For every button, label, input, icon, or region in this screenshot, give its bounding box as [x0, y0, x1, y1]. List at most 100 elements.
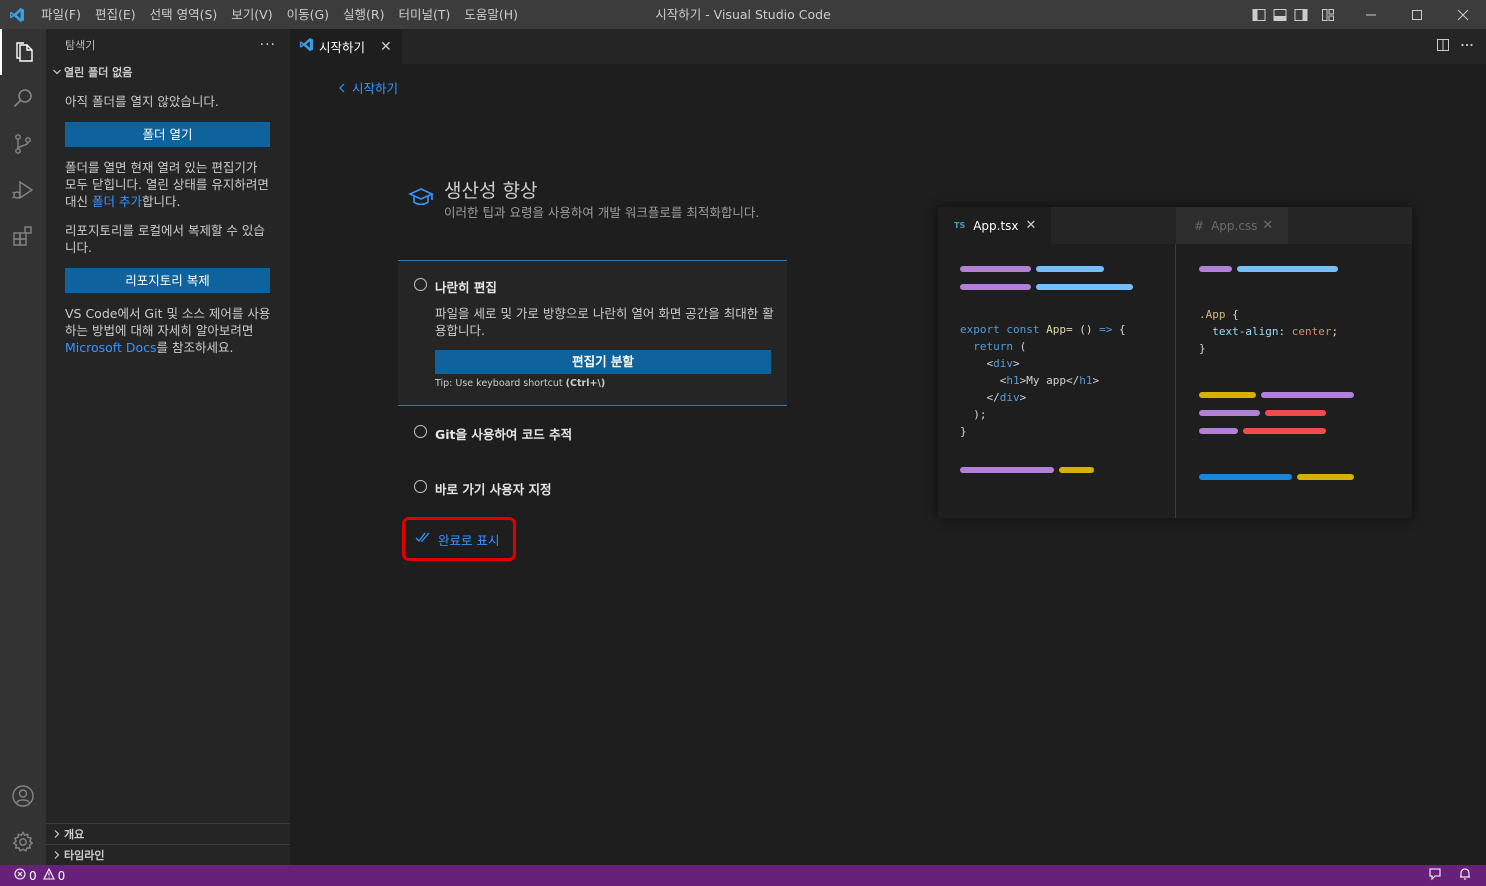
menu-run[interactable]: 실행(R): [336, 0, 391, 29]
close-icon: ✕: [1262, 218, 1274, 233]
menu-help[interactable]: 도움말(H): [457, 0, 525, 29]
toggle-primary-sidebar-icon[interactable]: [1248, 0, 1269, 29]
add-folder-link[interactable]: 폴더 추가: [92, 194, 142, 209]
code-line: text-align: center;: [1199, 325, 1339, 338]
mark-done-button[interactable]: 완료로 표시: [402, 517, 516, 561]
maximize-button[interactable]: [1394, 0, 1440, 29]
no-folder-section-header[interactable]: 열린 폴더 없음: [46, 61, 290, 83]
timeline-section-header[interactable]: 타임라인: [46, 844, 290, 865]
error-icon: [14, 868, 26, 883]
search-icon[interactable]: [0, 75, 46, 121]
warning-icon: [42, 867, 55, 883]
warning-count: 0: [57, 868, 66, 883]
accounts-icon[interactable]: [0, 773, 46, 819]
vscode-logo-icon: [0, 0, 34, 29]
back-to-getting-started-link[interactable]: 시작하기: [338, 78, 398, 97]
code-line: .App {: [1199, 308, 1239, 321]
preview-tab-bar: TS App.tsx ✕ # App.css ✕: [938, 207, 1412, 244]
microsoft-docs-link[interactable]: Microsoft Docs: [65, 340, 157, 355]
code-line: }: [1199, 342, 1206, 355]
outline-section-header[interactable]: 개요: [46, 823, 290, 844]
step-radio[interactable]: [414, 425, 427, 438]
vscode-tab-icon: [299, 37, 314, 56]
toggle-secondary-sidebar-icon[interactable]: [1290, 0, 1311, 29]
menu-go[interactable]: 이동(G): [280, 0, 336, 29]
explorer-icon[interactable]: [0, 29, 46, 75]
menu-selection[interactable]: 선택 영역(S): [143, 0, 225, 29]
minimize-button[interactable]: [1348, 0, 1394, 29]
problems-indicator[interactable]: 0 0: [0, 867, 66, 883]
open-folder-button[interactable]: 폴더 열기: [65, 122, 270, 147]
split-editor-icon[interactable]: [1436, 38, 1450, 56]
activity-bar: [0, 29, 46, 865]
menu-file[interactable]: 파일(F): [34, 0, 88, 29]
explorer-sidebar: 탐색기 ··· 열린 폴더 없음 아직 폴더를 열지 않았습니다. 폴더 열기 …: [46, 29, 290, 865]
editor-more-actions-icon[interactable]: [1460, 38, 1474, 56]
notifications-bell-icon[interactable]: [1458, 867, 1472, 885]
step-description: 파일을 세로 및 가로 방향으로 나란히 열어 화면 공간을 최대한 활용합니다…: [435, 306, 774, 338]
source-control-icon[interactable]: [0, 121, 46, 167]
step-tip: Tip: Use keyboard shortcut (Ctrl+\): [435, 378, 606, 389]
customize-layout-icon[interactable]: [1317, 0, 1338, 29]
code-line-pill: [1297, 474, 1354, 480]
walkthrough-title: 생산성 향상: [444, 180, 538, 202]
code-line-pill: [1243, 428, 1326, 434]
close-tab-icon[interactable]: ✕: [380, 39, 392, 55]
tab-getting-started[interactable]: 시작하기 ✕: [290, 29, 402, 64]
sidebar-title: 탐색기: [65, 39, 96, 52]
sidebar-header: 탐색기 ···: [46, 29, 290, 61]
close-editors-note: 폴더를 열면 현재 열려 있는 편집기가 모두 닫힙니다. 열린 상태를 유지하…: [65, 160, 269, 209]
feedback-icon[interactable]: [1428, 867, 1442, 885]
code-line-pill: [1059, 467, 1094, 473]
preview-tab-app-tsx: TS App.tsx ✕: [938, 207, 1051, 244]
toggle-panel-icon[interactable]: [1269, 0, 1290, 29]
code-line: <div>: [960, 357, 1020, 370]
code-line: return (: [960, 340, 1027, 353]
code-line: export const App= () => {: [960, 323, 1126, 336]
tsx-code-block: export const App= () => { return ( <div>…: [960, 321, 1126, 440]
step-title: 바로 가기 사용자 지정: [435, 482, 552, 497]
code-line: );: [960, 408, 987, 421]
menu-bar: 파일(F) 편집(E) 선택 영역(S) 보기(V) 이동(G) 실행(R) 터…: [34, 0, 525, 29]
code-line: <h1>My app</h1>: [960, 374, 1100, 387]
code-line-pill: [960, 467, 1054, 473]
clone-text: 리포지토리를 로컬에서 복제할 수 있습니다.: [65, 223, 265, 255]
close-icon: ✕: [1025, 218, 1037, 233]
tab-label: 시작하기: [319, 40, 366, 55]
close-window-button[interactable]: [1440, 0, 1486, 29]
menu-edit[interactable]: 편집(E): [88, 0, 143, 29]
step-radio[interactable]: [414, 480, 427, 493]
timeline-label: 타임라인: [64, 849, 105, 862]
code-line: </div>: [960, 391, 1027, 404]
chevron-right-icon: [50, 850, 64, 860]
step-radio[interactable]: [414, 278, 427, 291]
css-code-block: .App { text-align: center;}: [1199, 306, 1338, 357]
preview-tab-label: App.tsx: [973, 218, 1019, 233]
run-debug-icon[interactable]: [0, 167, 46, 213]
outline-label: 개요: [64, 828, 85, 841]
menu-terminal[interactable]: 터미널(T): [392, 0, 458, 29]
preview-divider: [1175, 244, 1176, 518]
split-editor-button[interactable]: 편집기 분할: [435, 350, 771, 374]
menu-view[interactable]: 보기(V): [224, 0, 279, 29]
code-line: }: [960, 425, 967, 438]
code-line-pill: [1036, 266, 1104, 272]
title-bar: 파일(F) 편집(E) 선택 영역(S) 보기(V) 이동(G) 실행(R) 터…: [0, 0, 1486, 29]
code-line-pill: [960, 266, 1031, 272]
chevron-right-icon: [50, 829, 64, 839]
more-actions-icon[interactable]: ···: [260, 37, 276, 53]
walkthrough-subtitle: 이러한 팁과 요령을 사용하여 개발 워크플로를 최적화합니다.: [444, 205, 760, 220]
code-line-pill: [960, 284, 1031, 290]
settings-gear-icon[interactable]: [0, 819, 46, 865]
extensions-icon[interactable]: [0, 213, 46, 259]
step-title: 나란히 편집: [435, 280, 497, 295]
step-title: Git을 사용하여 코드 추적: [435, 427, 573, 442]
code-line-pill: [1199, 266, 1232, 272]
clone-repository-button[interactable]: 리포지토리 복제: [65, 268, 270, 293]
css-hash-icon: #: [1194, 218, 1205, 233]
step-side-by-side[interactable]: 나란히 편집 파일을 세로 및 가로 방향으로 나란히 열어 화면 공간을 최대…: [398, 260, 787, 406]
editor-tab-bar: 시작하기 ✕: [290, 29, 1486, 64]
status-bar: 0 0: [0, 865, 1486, 886]
code-line-pill: [1265, 410, 1326, 416]
checkall-icon: [415, 531, 431, 547]
